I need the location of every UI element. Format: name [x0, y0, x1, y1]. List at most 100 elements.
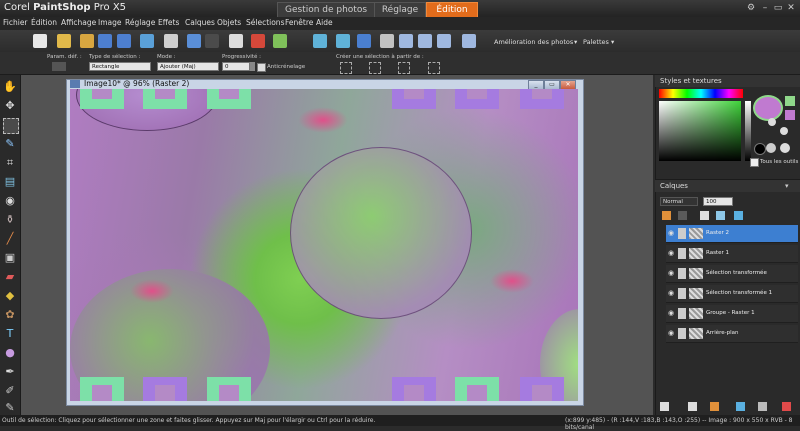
- ellipse-tool-icon[interactable]: ●: [3, 346, 17, 360]
- layer-row[interactable]: ◉ Raster 2: [666, 225, 798, 243]
- minimize-button[interactable]: –: [759, 3, 771, 13]
- merge-layers-icon[interactable]: [716, 211, 725, 220]
- color-picker-field[interactable]: [659, 101, 741, 161]
- share-icon[interactable]: [140, 34, 154, 48]
- tab-photo-management[interactable]: Gestion de photos: [277, 2, 375, 18]
- menu-adjust[interactable]: Réglage: [125, 18, 155, 27]
- background-color-swatch[interactable]: [785, 110, 795, 120]
- paint-brush-tool-icon[interactable]: ╱: [3, 232, 17, 246]
- apply-selection-icon[interactable]: [428, 62, 440, 74]
- open-folder-icon[interactable]: [57, 34, 71, 48]
- layer-row[interactable]: ◉ Sélection transformée 1: [666, 285, 798, 303]
- info-icon[interactable]: [357, 34, 371, 48]
- selection-from-opaque-icon[interactable]: [398, 62, 410, 74]
- mode-dropdown[interactable]: Ajouter (Maj): [157, 62, 219, 71]
- new-group-icon[interactable]: [688, 402, 697, 411]
- menu-image[interactable]: Image: [98, 18, 122, 27]
- maximize-button[interactable]: ▭: [772, 3, 784, 13]
- color-swatch-preview[interactable]: [753, 95, 783, 121]
- picture-tube-tool-icon[interactable]: ✿: [3, 308, 17, 322]
- rotate-left-icon[interactable]: [313, 34, 327, 48]
- menu-layers[interactable]: Calques: [185, 18, 215, 27]
- link-layers-icon[interactable]: [736, 402, 745, 411]
- menu-view[interactable]: Affichage: [61, 18, 96, 27]
- print-icon[interactable]: [164, 34, 178, 48]
- visibility-eye-icon[interactable]: ◉: [668, 229, 676, 237]
- eraser-brush-tool-icon[interactable]: ✎: [3, 401, 17, 415]
- layer-row[interactable]: ◉ Sélection transformée: [666, 265, 798, 283]
- zoom-options-icon[interactable]: [462, 34, 476, 48]
- rotate-right-icon[interactable]: [336, 34, 350, 48]
- link-icon[interactable]: [734, 211, 743, 220]
- panel-options-icon[interactable]: ▾: [785, 182, 793, 190]
- eraser-tool-icon[interactable]: ▰: [3, 270, 17, 284]
- duplicate-layer-icon[interactable]: [758, 402, 767, 411]
- fit-window-icon[interactable]: [380, 34, 394, 48]
- hue-strip[interactable]: [659, 89, 743, 98]
- undo-icon[interactable]: [187, 34, 201, 48]
- menu-objects[interactable]: Objets: [217, 18, 241, 27]
- pen-tool-icon[interactable]: ✒: [3, 365, 17, 379]
- feather-input[interactable]: 0: [222, 62, 250, 71]
- transparent-swatch[interactable]: [766, 143, 776, 153]
- menu-file[interactable]: Fichier: [3, 18, 28, 27]
- pan-tool-icon[interactable]: ✋: [3, 80, 17, 94]
- tab-adjust[interactable]: Réglage: [374, 2, 426, 18]
- browse-folder-icon[interactable]: [80, 34, 94, 48]
- menu-effects[interactable]: Effets: [158, 18, 179, 27]
- visibility-eye-icon[interactable]: ◉: [668, 249, 676, 257]
- selection-from-canvas-icon[interactable]: [340, 62, 352, 74]
- redo-icon[interactable]: [205, 34, 219, 48]
- opacity-input[interactable]: 100: [703, 197, 733, 206]
- adjustment-layer-icon[interactable]: [710, 402, 719, 411]
- object-3d-icon[interactable]: [273, 34, 287, 48]
- new-raster-layer-icon[interactable]: [662, 211, 671, 220]
- foreground-color-swatch[interactable]: [785, 96, 795, 106]
- mask-icon[interactable]: [678, 211, 687, 220]
- selection-type-dropdown[interactable]: Rectangle: [89, 62, 151, 71]
- black-swatch[interactable]: [754, 143, 766, 155]
- menu-edit[interactable]: Édition: [31, 18, 57, 27]
- chevron-down-icon[interactable]: ▾: [611, 38, 614, 46]
- new-file-icon[interactable]: [33, 34, 47, 48]
- tab-edit[interactable]: Édition: [426, 2, 478, 18]
- warp-brush-tool-icon[interactable]: ✐: [3, 384, 17, 398]
- zoom-in-icon[interactable]: [399, 34, 413, 48]
- chevron-down-icon[interactable]: ▾: [574, 38, 577, 46]
- delete-layer-icon[interactable]: [782, 402, 791, 411]
- lightness-strip[interactable]: [745, 101, 751, 161]
- straighten-tool-icon[interactable]: ▤: [3, 175, 17, 189]
- save-as-icon[interactable]: [117, 34, 131, 48]
- swap-colors-icon[interactable]: [780, 143, 790, 153]
- save-icon[interactable]: [98, 34, 112, 48]
- selection-tool-icon[interactable]: [3, 118, 19, 134]
- fill-tool-icon[interactable]: ◆: [3, 289, 17, 303]
- palettes-menu[interactable]: Palettes: [583, 38, 609, 46]
- menu-window[interactable]: Fenêtre: [285, 18, 313, 27]
- visibility-eye-icon[interactable]: ◉: [668, 289, 676, 297]
- dodge-tool-icon[interactable]: ▣: [3, 251, 17, 265]
- image-canvas[interactable]: [70, 89, 578, 401]
- crop-tool-icon[interactable]: ⌗: [3, 156, 17, 170]
- zoom-out-icon[interactable]: [418, 34, 432, 48]
- texture-icon[interactable]: [768, 118, 776, 126]
- red-eye-tool-icon[interactable]: ◉: [3, 194, 17, 208]
- visibility-eye-icon[interactable]: ◉: [668, 309, 676, 317]
- layer-row[interactable]: ◉ Arrière-plan: [666, 325, 798, 343]
- crop-to-selection-icon[interactable]: [229, 34, 243, 48]
- presets-picker-icon[interactable]: [52, 62, 66, 71]
- menu-selections[interactable]: Sélections: [246, 18, 284, 27]
- red-eye-icon[interactable]: [251, 34, 265, 48]
- blend-mode-dropdown[interactable]: Normal: [660, 197, 698, 206]
- layer-row[interactable]: ◉ Raster 1: [666, 245, 798, 263]
- feather-spinner[interactable]: [250, 62, 255, 71]
- visibility-eye-icon[interactable]: ◉: [668, 329, 676, 337]
- selection-from-layer-icon[interactable]: [369, 62, 381, 74]
- clone-tool-icon[interactable]: ⚱: [3, 213, 17, 227]
- eyedropper-tool-icon[interactable]: ✎: [3, 137, 17, 151]
- settings-icon[interactable]: ⚙: [745, 3, 757, 13]
- new-layer-icon[interactable]: [660, 402, 669, 411]
- photo-enhance-menu[interactable]: Amélioration des photos: [494, 38, 573, 46]
- menu-help[interactable]: Aide: [316, 18, 333, 27]
- all-tools-checkbox[interactable]: [750, 158, 759, 167]
